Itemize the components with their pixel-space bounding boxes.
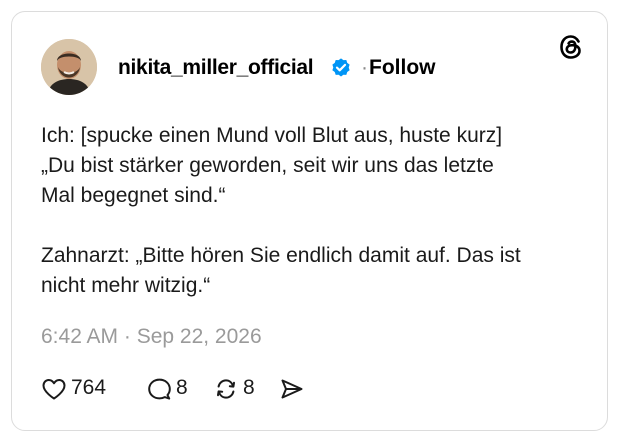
send-icon xyxy=(281,379,303,399)
avatar[interactable] xyxy=(41,39,97,95)
share-button[interactable] xyxy=(279,374,307,404)
post-card: nikita_miller_official · Follow Ich: [sp… xyxy=(11,11,608,431)
comment-icon xyxy=(148,378,171,400)
reply-count: 8 xyxy=(176,376,188,399)
follow-button[interactable]: Follow xyxy=(369,56,436,80)
post-timestamp[interactable]: 6:42 AM · Sep 22, 2026 xyxy=(41,325,262,349)
separator-dot: · xyxy=(361,56,368,79)
verified-badge-icon xyxy=(332,58,350,77)
repost-count: 8 xyxy=(243,376,255,399)
post-text: Ich: [spucke einen Mund voll Blut aus, h… xyxy=(41,124,521,297)
like-count: 764 xyxy=(71,376,107,399)
threads-logo-icon[interactable] xyxy=(556,32,586,62)
repost-button[interactable]: 8 xyxy=(213,374,263,404)
heart-icon xyxy=(42,379,66,400)
repost-icon xyxy=(217,379,235,399)
username[interactable]: nikita_miller_official xyxy=(118,56,314,80)
like-button[interactable]: 764 xyxy=(41,374,123,404)
reply-button[interactable]: 8 xyxy=(146,374,196,404)
